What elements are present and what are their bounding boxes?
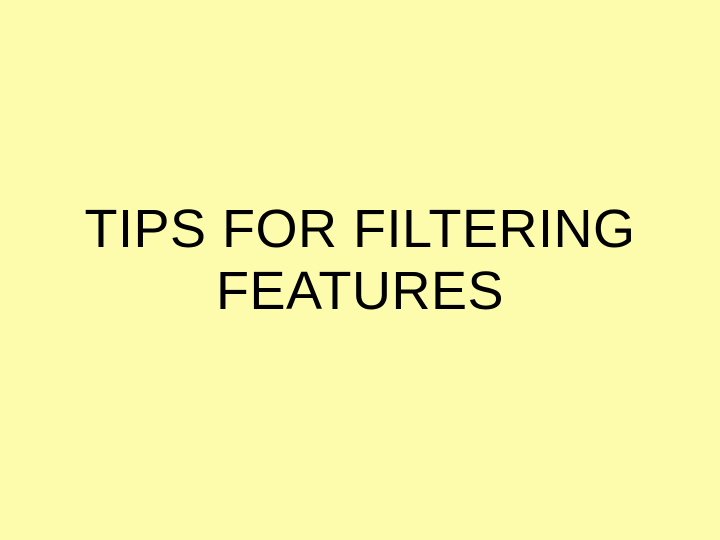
slide-title: TIPS FOR FILTERING FEATURES	[0, 198, 720, 322]
